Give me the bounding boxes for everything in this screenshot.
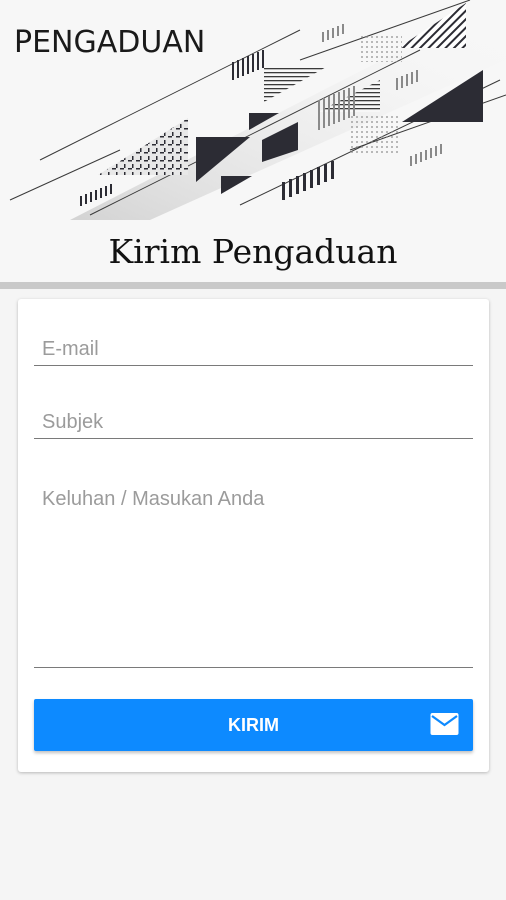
send-button-label: KIRIM [228, 715, 279, 735]
subject-field-underline [34, 438, 473, 439]
complaint-form-card: KIRIM [18, 299, 489, 772]
message-textarea[interactable] [34, 482, 473, 662]
message-field-underline [34, 667, 473, 668]
app-title: PENGADUAN [14, 25, 206, 60]
message-field-container [34, 482, 473, 668]
mail-icon [430, 713, 459, 735]
header-banner: PENGADUAN [0, 0, 506, 220]
subject-field-container [34, 406, 473, 439]
email-field-container [34, 333, 473, 366]
page-heading-bar: Kirim Pengaduan [0, 220, 506, 282]
send-button[interactable]: KIRIM [34, 699, 473, 751]
header-divider [0, 282, 506, 289]
email-field-underline [34, 365, 473, 366]
email-field[interactable] [34, 333, 473, 365]
page-title: Kirim Pengaduan [108, 232, 398, 271]
subject-field[interactable] [34, 406, 473, 438]
